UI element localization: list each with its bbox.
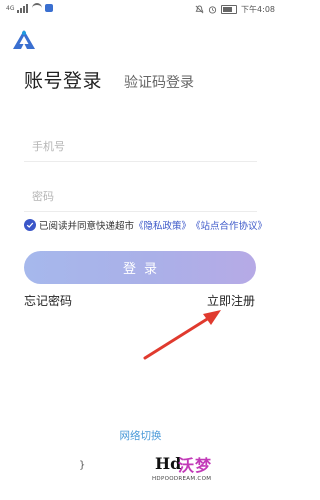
- network-switch-link[interactable]: 网络切换: [0, 428, 281, 443]
- tab-code-login[interactable]: 验证码登录: [124, 72, 194, 92]
- watermark: Hd 沃梦 HDPOODREAM.COM: [150, 452, 230, 492]
- status-left: 4G: [6, 3, 54, 13]
- phone-field: [24, 131, 265, 162]
- site-agreement-link[interactable]: 《站点合作协议》: [191, 218, 267, 232]
- check-icon: [26, 222, 34, 228]
- privacy-policy-link[interactable]: 《隐私政策》: [134, 218, 191, 232]
- agreement-text: 已阅读并同意快递超市: [39, 221, 135, 232]
- agreement-row: 已阅读并同意快递超市 《隐私政策》 《站点合作协议》: [24, 218, 274, 232]
- forgot-password-link[interactable]: 忘记密码: [24, 292, 72, 309]
- signal-icon: [17, 3, 29, 13]
- status-bar: 4G 下午4:08: [0, 0, 281, 18]
- network-type: 4G: [6, 4, 15, 12]
- phone-input[interactable]: [24, 131, 265, 161]
- alarm-icon: [208, 6, 217, 14]
- watermark-url: HDPOODREAM.COM: [152, 476, 212, 482]
- password-field: [24, 181, 265, 212]
- login-button[interactable]: 登录: [24, 251, 256, 284]
- status-time: 下午4:08: [241, 5, 275, 14]
- app-notification-icon: [45, 4, 54, 12]
- password-input[interactable]: [24, 181, 265, 211]
- cursor-mark: }: [79, 460, 86, 471]
- watermark-cn: 沃梦: [178, 456, 213, 475]
- agreement-checkbox[interactable]: [24, 219, 36, 231]
- register-link[interactable]: 立即注册: [207, 292, 255, 309]
- tab-account-login[interactable]: 账号登录: [24, 66, 102, 93]
- status-right: 下午4:08: [195, 4, 275, 15]
- battery-icon: [221, 5, 238, 14]
- mute-icon: [195, 5, 204, 14]
- app-logo-icon: [13, 30, 35, 49]
- wifi-icon: [32, 3, 43, 13]
